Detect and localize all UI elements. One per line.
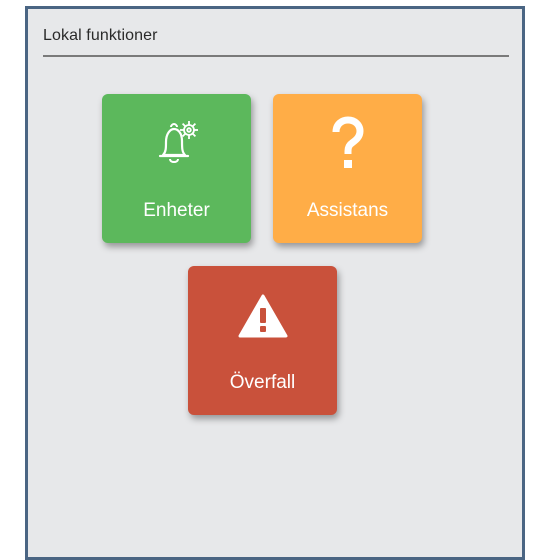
panel-header: Lokal funktioner <box>43 27 509 57</box>
question-mark-icon <box>273 116 422 170</box>
bell-gear-icon <box>102 118 251 170</box>
enheter-label: Enheter <box>143 200 210 221</box>
overfall-label: Överfall <box>229 372 296 393</box>
panel-title: Lokal funktioner <box>43 27 158 44</box>
warning-triangle-icon <box>188 290 337 342</box>
assistans-button[interactable]: Assistans <box>273 94 422 243</box>
overfall-button[interactable]: Överfall <box>188 266 337 415</box>
enheter-button[interactable]: Enheter <box>102 94 251 243</box>
local-functions-panel: Lokal funktioner Enheter Assistans Överf… <box>25 6 525 560</box>
assistans-label: Assistans <box>306 200 389 221</box>
